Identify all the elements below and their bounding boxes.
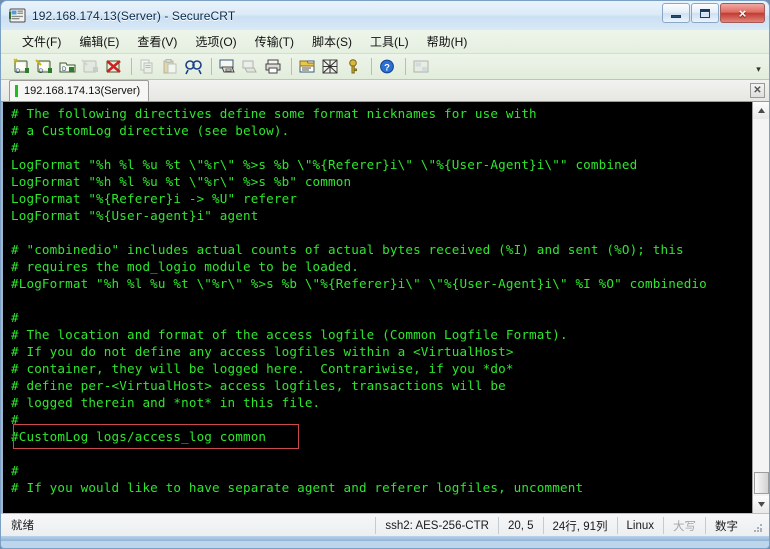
paste-icon[interactable] [160,57,180,77]
toolbar-separator [131,58,132,75]
status-cursor-position: 20, 5 [497,517,543,534]
scroll-up-button[interactable] [752,102,769,119]
close-button[interactable]: × [720,3,765,23]
terminal-line: # If you do not define any access logfil… [11,344,514,359]
new-session-icon[interactable]: D [11,57,31,77]
status-emulation: Linux [616,517,664,534]
terminal-line: # define per-<VirtualHost> access logfil… [11,378,506,393]
terminal-scrollbar[interactable] [752,102,769,513]
print-icon[interactable] [263,57,283,77]
status-bar: 就绪 ssh2: AES-256-CTR 20, 5 24行, 91列 Linu… [1,513,769,536]
scroll-down-button[interactable] [752,496,769,513]
maximize-icon [700,8,710,18]
disconnect-icon[interactable] [103,57,123,77]
menu-view[interactable]: 查看(V) [128,31,186,52]
status-screen-size: 24行, 91列 [542,517,617,534]
window-controls: × [662,3,765,23]
reconnect-icon[interactable] [80,57,100,77]
svg-text:?: ? [384,62,390,73]
menu-script[interactable]: 脚本(S) [303,31,361,52]
terminal-line: LogFormat "%{User-agent}i" agent [11,208,259,223]
tab-session-192-168-174-13[interactable]: 192.168.174.13(Server) [9,80,150,101]
terminal-line: LogFormat "%{Referer}i -> %U" referer [11,191,298,206]
scrollbar-thumb[interactable] [753,472,769,494]
terminal-line: # [11,412,19,427]
menu-bar: 文件(F) 编辑(E) 查看(V) 选项(O) 传输(T) 脚本(S) 工具(L… [1,30,769,54]
title-bar: 192.168.174.13(Server) - SecureCRT × [1,1,769,30]
minimize-icon [671,15,681,18]
tab-close-button[interactable]: ✕ [750,83,765,98]
status-ready: 就绪 [11,520,34,532]
terminal-line: # If you would like to have separate age… [11,480,584,495]
securecrt-app-icon [9,7,26,24]
terminal-line: # [11,463,19,478]
terminal-line: # "combinedio" includes actual counts of… [11,242,684,257]
tab-label: 192.168.174.13(Server) [24,85,141,97]
connection-status-icon [15,85,18,97]
toolbar-separator [211,58,212,75]
toolbar: D D D ? ▾ [1,54,769,80]
menu-tools[interactable]: 工具(L) [361,31,418,52]
clone-session-icon[interactable]: D [34,57,54,77]
resize-grip-icon[interactable] [751,519,765,533]
terminal-line: # logged therein and *not* in this file. [11,395,321,410]
status-right-group: ssh2: AES-256-CTR 20, 5 24行, 91列 Linux 大… [375,514,765,537]
terminal-line: #LogFormat "%h %l %u %t \"%r\" %>s %b \"… [11,276,707,291]
svg-text:D: D [39,69,44,75]
connect-folder-icon[interactable]: D [57,57,77,77]
status-caps-lock: 大写 [663,517,705,534]
window-title: 192.168.174.13(Server) - SecureCRT [32,8,236,23]
arrange-windows-icon[interactable] [411,57,431,77]
print-screen-icon[interactable] [217,57,237,77]
settings-icon[interactable] [320,57,340,77]
menu-options[interactable]: 选项(O) [186,31,245,52]
terminal-line: # [11,140,19,155]
menu-edit[interactable]: 编辑(E) [70,31,128,52]
toolbar-overflow-button[interactable]: ▾ [753,58,764,75]
terminal-output[interactable]: # The following directives define some f… [3,102,752,513]
menu-help[interactable]: 帮助(H) [418,31,477,52]
chevron-down-icon: ▾ [756,64,761,74]
status-num-lock: 数字 [705,517,747,534]
scrollbar-track[interactable] [752,119,769,496]
menu-transfer[interactable]: 传输(T) [246,31,303,52]
toolbar-separator [291,58,292,75]
toolbar-separator [405,58,406,75]
copy-icon[interactable] [137,57,157,77]
terminal-line-customlog: #CustomLog logs/access_log common [11,429,267,444]
terminal-line: # The location and format of the access … [11,327,568,342]
svg-text:D: D [62,67,67,73]
svg-text:D: D [16,69,21,75]
minimize-button[interactable] [662,3,690,23]
maximize-button[interactable] [691,3,719,23]
find-icon[interactable] [183,57,203,77]
log-session-icon[interactable] [240,57,260,77]
session-options-icon[interactable] [297,57,317,77]
terminal-area: # The following directives define some f… [1,102,769,513]
terminal-line: # container, they will be logged here. C… [11,361,514,376]
terminal-line: LogFormat "%h %l %u %t \"%r\" %>s %b \"%… [11,157,638,172]
terminal-line: # [11,310,19,325]
help-icon[interactable]: ? [377,57,397,77]
close-icon: ✕ [753,84,762,96]
terminal-line: LogFormat "%h %l %u %t \"%r\" %>s %b" co… [11,174,352,189]
terminal-line: # a CustomLog directive (see below). [11,123,290,138]
status-cipher: ssh2: AES-256-CTR [375,517,498,534]
menu-file[interactable]: 文件(F) [13,31,70,52]
securecrt-window: 192.168.174.13(Server) - SecureCRT × 文件(… [0,0,770,549]
toolbar-separator [371,58,372,75]
terminal-line: # requires the mod_logio module to be lo… [11,259,359,274]
tab-bar: 192.168.174.13(Server) ✕ [1,80,769,102]
terminal-line: # The following directives define some f… [11,106,537,121]
close-icon: × [738,5,747,21]
key-icon[interactable] [343,57,363,77]
